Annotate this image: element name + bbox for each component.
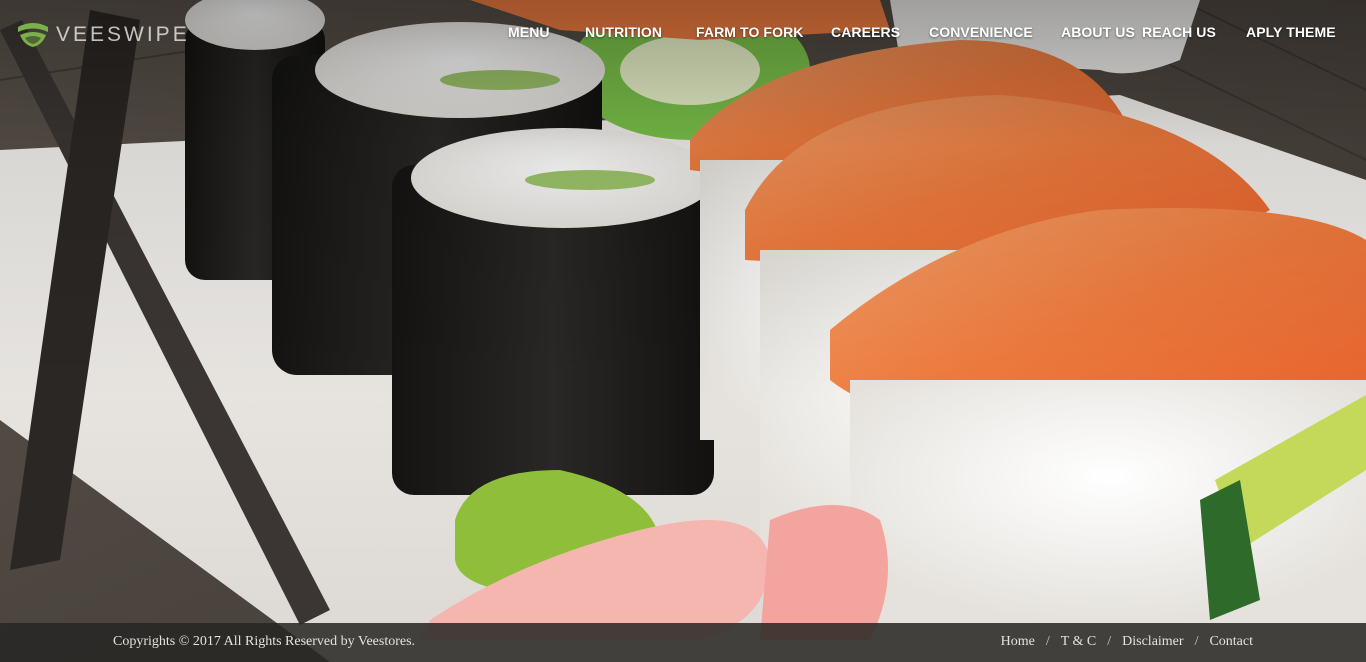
footer-link-terms[interactable]: T & C xyxy=(1061,634,1097,650)
nav-item-nutrition[interactable]: NUTRITION xyxy=(585,24,662,40)
footer-separator: / xyxy=(1194,634,1199,649)
leaf-logo-icon xyxy=(18,23,48,47)
nav-item-menu[interactable]: MENU xyxy=(508,24,550,40)
hero-background xyxy=(0,0,1366,662)
footer-link-home[interactable]: Home xyxy=(1001,634,1035,650)
nav-item-reach-us[interactable]: REACH US xyxy=(1142,24,1216,40)
footer-separator: / xyxy=(1045,634,1050,649)
nav-item-convenience[interactable]: CONVENIENCE xyxy=(929,24,1033,40)
brand-logo[interactable]: VEESWIPE xyxy=(16,20,190,50)
brand-name: VEESWIPE xyxy=(56,23,190,46)
sushi-photo xyxy=(0,0,1366,662)
footer-link-contact[interactable]: Contact xyxy=(1209,634,1253,650)
nav-item-aply-theme[interactable]: APLY THEME xyxy=(1246,24,1336,40)
site-footer: Copyrights © 2017 All Rights Reserved by… xyxy=(0,623,1366,662)
footer-links: Home / T & C / Disclaimer / Contact xyxy=(1001,634,1253,650)
footer-separator: / xyxy=(1107,634,1112,649)
nav-item-careers[interactable]: CAREERS xyxy=(831,24,900,40)
nav-item-about-us[interactable]: ABOUT US xyxy=(1061,24,1135,40)
copyright-text: Copyrights © 2017 All Rights Reserved by… xyxy=(113,634,416,649)
site-header: VEESWIPE MENU NUTRITION FARM TO FORK CAR… xyxy=(0,0,1366,70)
footer-link-disclaimer[interactable]: Disclaimer xyxy=(1122,634,1183,650)
nav-item-farm-to-fork[interactable]: FARM TO FORK xyxy=(696,24,804,40)
